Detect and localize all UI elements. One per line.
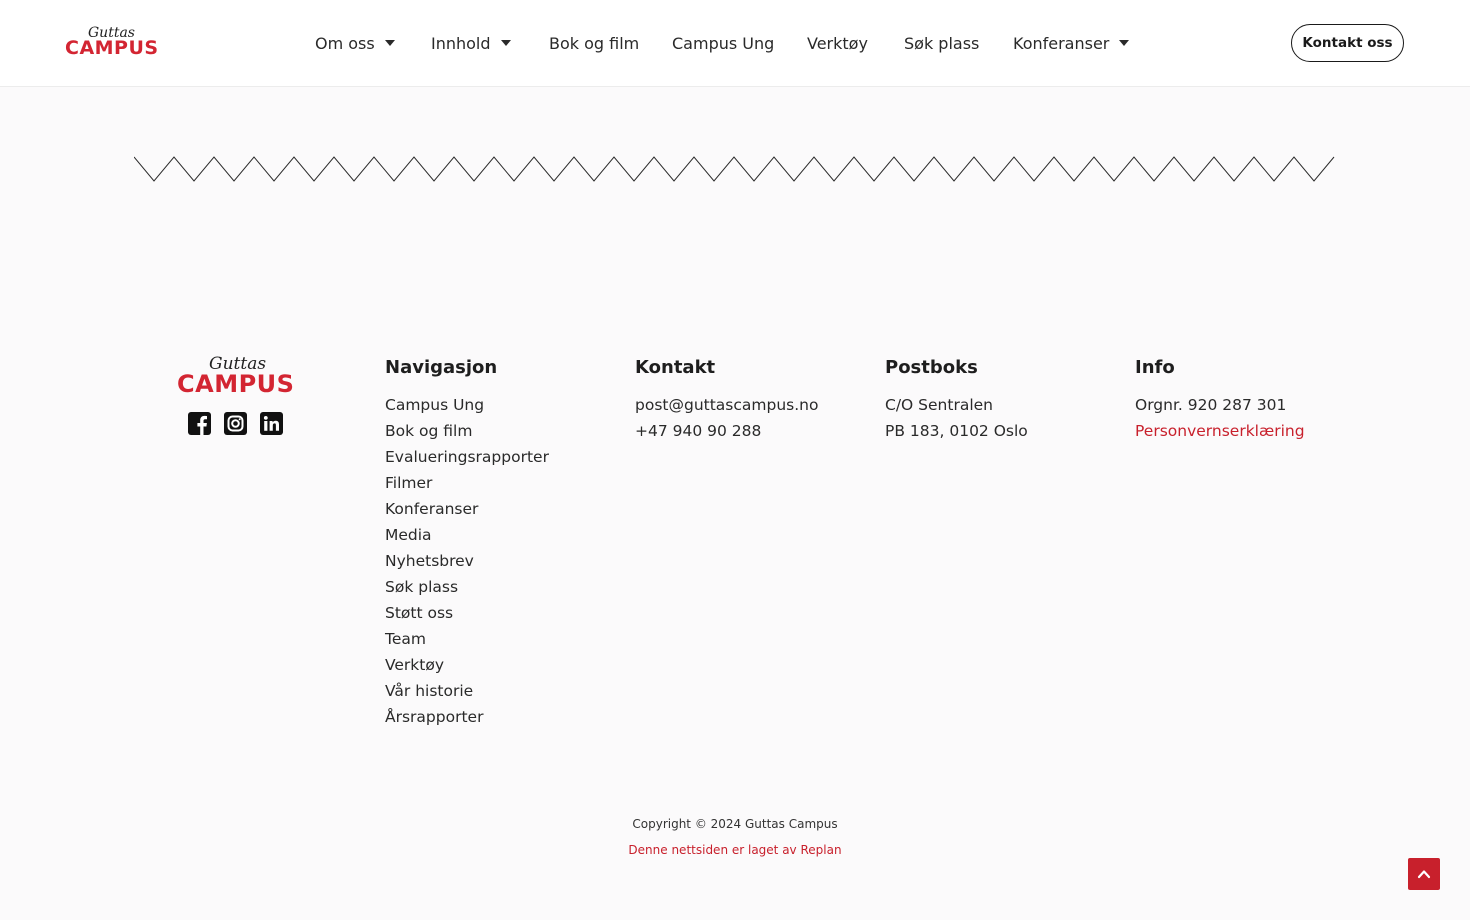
back-to-top-button[interactable]: [1408, 858, 1440, 890]
logo-word-text: CAMPUS: [65, 37, 159, 59]
footer-info-column: Info Orgnr. 920 287 301 Personvernserklæ…: [1135, 356, 1305, 444]
footer-nav-link[interactable]: Campus Ung: [385, 392, 549, 418]
footer-nav-link[interactable]: Vår historie: [385, 678, 549, 704]
footer-navigation-title: Navigasjon: [385, 357, 498, 378]
footer-nav-link[interactable]: Støtt oss: [385, 600, 549, 626]
footer-nav-link[interactable]: Filmer: [385, 470, 549, 496]
footer-nav-link[interactable]: Nyhetsbrev: [385, 548, 549, 574]
footer-contact-column: Kontakt post@guttascampus.no +47 940 90 …: [635, 356, 818, 444]
footer-nav-link[interactable]: Konferanser: [385, 496, 549, 522]
caret-down-icon: [384, 40, 395, 46]
nav-item-label: Konferanser: [1013, 33, 1110, 53]
facebook-square-icon[interactable]: [188, 412, 211, 435]
postbox-line: C/O Sentralen: [885, 396, 993, 414]
nav-item-verktoy[interactable]: Verktøy: [807, 30, 868, 56]
footer-nav-link[interactable]: Media: [385, 522, 549, 548]
footer-nav-link[interactable]: Årsrapporter: [385, 704, 549, 730]
nav-item-sok-plass[interactable]: Søk plass: [904, 30, 979, 56]
nav-item-label: Campus Ung: [672, 33, 775, 53]
nav-item-om-oss[interactable]: Om oss: [315, 30, 395, 56]
footer-postbox-title: Postboks: [885, 357, 978, 378]
chevron-up-icon: [1417, 870, 1431, 879]
credit-line: Denne nettsiden er laget av Replan: [0, 842, 1470, 858]
nav-item-campus-ung[interactable]: Campus Ung: [672, 30, 774, 56]
zigzag-divider: [134, 156, 1335, 182]
nav-item-label: Innhold: [431, 33, 491, 53]
privacy-policy-link[interactable]: Personvernserklæring: [1135, 418, 1305, 444]
org-number: Orgnr. 920 287 301: [1135, 396, 1287, 414]
footer-nav-link[interactable]: Verktøy: [385, 652, 549, 678]
caret-down-icon: [1119, 40, 1130, 46]
footer-nav-link[interactable]: Søk plass: [385, 574, 549, 600]
site-logo[interactable]: Guttas CAMPUS: [64, 24, 158, 64]
credit-link[interactable]: Denne nettsiden er laget av Replan: [628, 843, 841, 857]
footer-nav-link[interactable]: Team: [385, 626, 549, 652]
nav-item-konferanser[interactable]: Konferanser: [1013, 30, 1130, 56]
nav-item-innhold[interactable]: Innhold: [431, 30, 511, 56]
footer-nav-link[interactable]: Evalueringsrapporter: [385, 444, 549, 470]
postbox-line: PB 183, 0102 Oslo: [885, 422, 1028, 440]
footer-navigation-list: Campus Ung Bok og film Evalueringsrappor…: [385, 392, 549, 730]
contact-button[interactable]: Kontakt oss: [1291, 24, 1404, 62]
copyright-text: Copyright © 2024 Guttas Campus: [632, 817, 838, 831]
contact-phone[interactable]: +47 940 90 288: [635, 418, 818, 444]
contact-email[interactable]: post@guttascampus.no: [635, 392, 818, 418]
nav-item-bok-og-film[interactable]: Bok og film: [549, 30, 639, 56]
footer-nav-link[interactable]: Bok og film: [385, 418, 549, 444]
site-header: Guttas CAMPUS Om oss Innhold Bok og film…: [0, 0, 1470, 87]
caret-down-icon: [500, 40, 511, 46]
nav-item-label: Søk plass: [904, 33, 980, 53]
linkedin-icon[interactable]: [260, 412, 283, 435]
footer-postbox-column: Postboks C/O Sentralen PB 183, 0102 Oslo: [885, 356, 1028, 444]
footer-navigation-column: Navigasjon Campus Ung Bok og film Evalue…: [385, 356, 549, 730]
footer-logo[interactable]: Guttas CAMPUS: [176, 354, 296, 402]
nav-item-label: Bok og film: [549, 33, 640, 53]
nav-item-label: Om oss: [315, 33, 375, 53]
footer-info-title: Info: [1135, 357, 1175, 378]
instagram-icon[interactable]: [224, 412, 247, 435]
nav-item-label: Verktøy: [807, 33, 868, 53]
footer-contact-title: Kontakt: [635, 357, 716, 378]
logo-word-text: CAMPUS: [177, 370, 295, 398]
